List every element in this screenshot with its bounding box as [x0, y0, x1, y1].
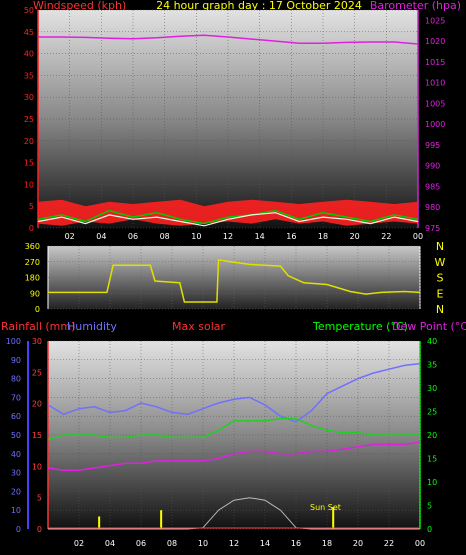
temperature-tick-label: 10	[427, 478, 437, 487]
humidity-tick-label: 0	[16, 525, 21, 534]
barometer-tick-label: 1010	[425, 79, 445, 88]
wind-tick-label: 40	[24, 50, 34, 59]
wind-tick-label: 30	[24, 93, 34, 102]
wind-tick-label: 45	[24, 28, 34, 37]
wind-x-tick-label: 18	[318, 232, 328, 241]
wind-x-tick-label: 20	[350, 232, 360, 241]
weather-x-tick-label: 22	[384, 539, 394, 548]
weather-graph-window: Windspeed (kph) 24 hour graph day : 17 O…	[0, 0, 466, 555]
weather-x-tick-label: 06	[136, 539, 146, 548]
wind-x-tick-label: 10	[191, 232, 201, 241]
rain-tick-label: 25	[32, 368, 42, 377]
rain-tick-label: 10	[32, 462, 42, 471]
humidity-tick-label: 100	[6, 337, 21, 346]
weather-x-tick-label: 14	[260, 539, 270, 548]
temperature-tick-label: 30	[427, 384, 437, 393]
rain-bar	[332, 507, 335, 529]
weather-x-tick-label: 10	[198, 539, 208, 548]
temperature-tick-label: 35	[427, 361, 437, 370]
barometer-tick-label: 1020	[425, 37, 445, 46]
barometer-tick-label: 975	[425, 224, 440, 233]
weather-x-tick-label: 16	[291, 539, 301, 548]
rain-tick-label: 5	[37, 494, 42, 503]
wind-tick-label: 35	[24, 71, 34, 80]
humidity-axis-title: Humidity	[67, 320, 117, 333]
direction-tick-label: 0	[35, 305, 40, 314]
temperature-tick-label: 5	[427, 502, 432, 511]
weather-x-tick-label: 08	[167, 539, 177, 548]
temperature-tick-label: 40	[427, 337, 437, 346]
humidity-tick-label: 20	[11, 487, 21, 496]
humidity-tick-label: 80	[11, 375, 21, 384]
weather-24h-chart: Windspeed (kph) 24 hour graph day : 17 O…	[1, 0, 466, 548]
direction-tick-label: 180	[25, 274, 40, 283]
wind-x-tick-label: 22	[381, 232, 391, 241]
weather-x-tick-label: 18	[322, 539, 332, 548]
wind-tick-label: 10	[24, 180, 34, 189]
wind-tick-label: 20	[24, 137, 34, 146]
weather-x-tick-label: 02	[74, 539, 84, 548]
rain-tick-label: 15	[32, 431, 42, 440]
temperature-tick-label: 15	[427, 455, 437, 464]
rain-tick-label: 0	[37, 525, 42, 534]
humidity-tick-label: 60	[11, 412, 21, 421]
barometer-tick-label: 985	[425, 182, 440, 191]
barometer-tick-label: 1000	[425, 120, 445, 129]
wind-x-tick-label: 16	[286, 232, 296, 241]
wind-tick-label: 0	[29, 224, 34, 233]
sun-set-annotation: Sun Set	[310, 503, 341, 512]
wind-tick-label: 50	[24, 6, 34, 15]
max-solar-legend: Max solar	[172, 320, 225, 333]
wind-x-tick-label: 12	[223, 232, 233, 241]
direction-tick-label: 90	[30, 289, 40, 298]
temperature-tick-label: 25	[427, 408, 437, 417]
weather-x-tick-label: 20	[353, 539, 363, 548]
wind-x-tick-label: 14	[255, 232, 265, 241]
compass-label: E	[437, 287, 444, 300]
wind-x-tick-label: 02	[65, 232, 75, 241]
wind-x-tick-label: 06	[128, 232, 138, 241]
wind-x-tick-label: 04	[96, 232, 106, 241]
humidity-tick-label: 70	[11, 393, 21, 402]
compass-label: W	[435, 256, 446, 269]
rainfall-axis-title: Rainfall (mm)	[1, 320, 75, 333]
barometer-tick-label: 980	[425, 203, 440, 212]
barometer-tick-label: 1005	[425, 99, 445, 108]
direction-tick-label: 360	[25, 242, 40, 251]
wind-x-tick-label: 08	[160, 232, 170, 241]
wind-x-tick-label: 00	[413, 232, 423, 241]
weather-x-tick-label: 00	[415, 539, 425, 548]
barometer-tick-label: 1025	[425, 16, 445, 25]
wind-tick-label: 5	[29, 202, 34, 211]
humidity-tick-label: 90	[11, 356, 21, 365]
weather-x-tick-label: 04	[105, 539, 115, 548]
barometer-tick-label: 990	[425, 162, 440, 171]
temperature-tick-label: 20	[427, 431, 437, 440]
compass-label: N	[436, 240, 444, 253]
barometer-tick-label: 1015	[425, 58, 445, 67]
rain-tick-label: 30	[32, 337, 42, 346]
wind-tick-label: 25	[24, 115, 34, 124]
compass-label: N	[436, 303, 444, 316]
wind-tick-label: 15	[24, 159, 34, 168]
rain-tick-label: 20	[32, 400, 42, 409]
direction-tick-label: 270	[25, 258, 40, 267]
dewpoint-axis-title: Dew Point (°C)	[392, 320, 466, 333]
barometer-tick-label: 995	[425, 141, 440, 150]
humidity-tick-label: 10	[11, 506, 21, 515]
humidity-tick-label: 30	[11, 469, 21, 478]
humidity-tick-label: 50	[11, 431, 21, 440]
weather-x-tick-label: 12	[229, 539, 239, 548]
temperature-tick-label: 0	[427, 525, 432, 534]
compass-label: S	[437, 272, 444, 285]
rain-bar	[98, 516, 101, 529]
rain-bar	[160, 510, 163, 529]
humidity-tick-label: 40	[11, 450, 21, 459]
